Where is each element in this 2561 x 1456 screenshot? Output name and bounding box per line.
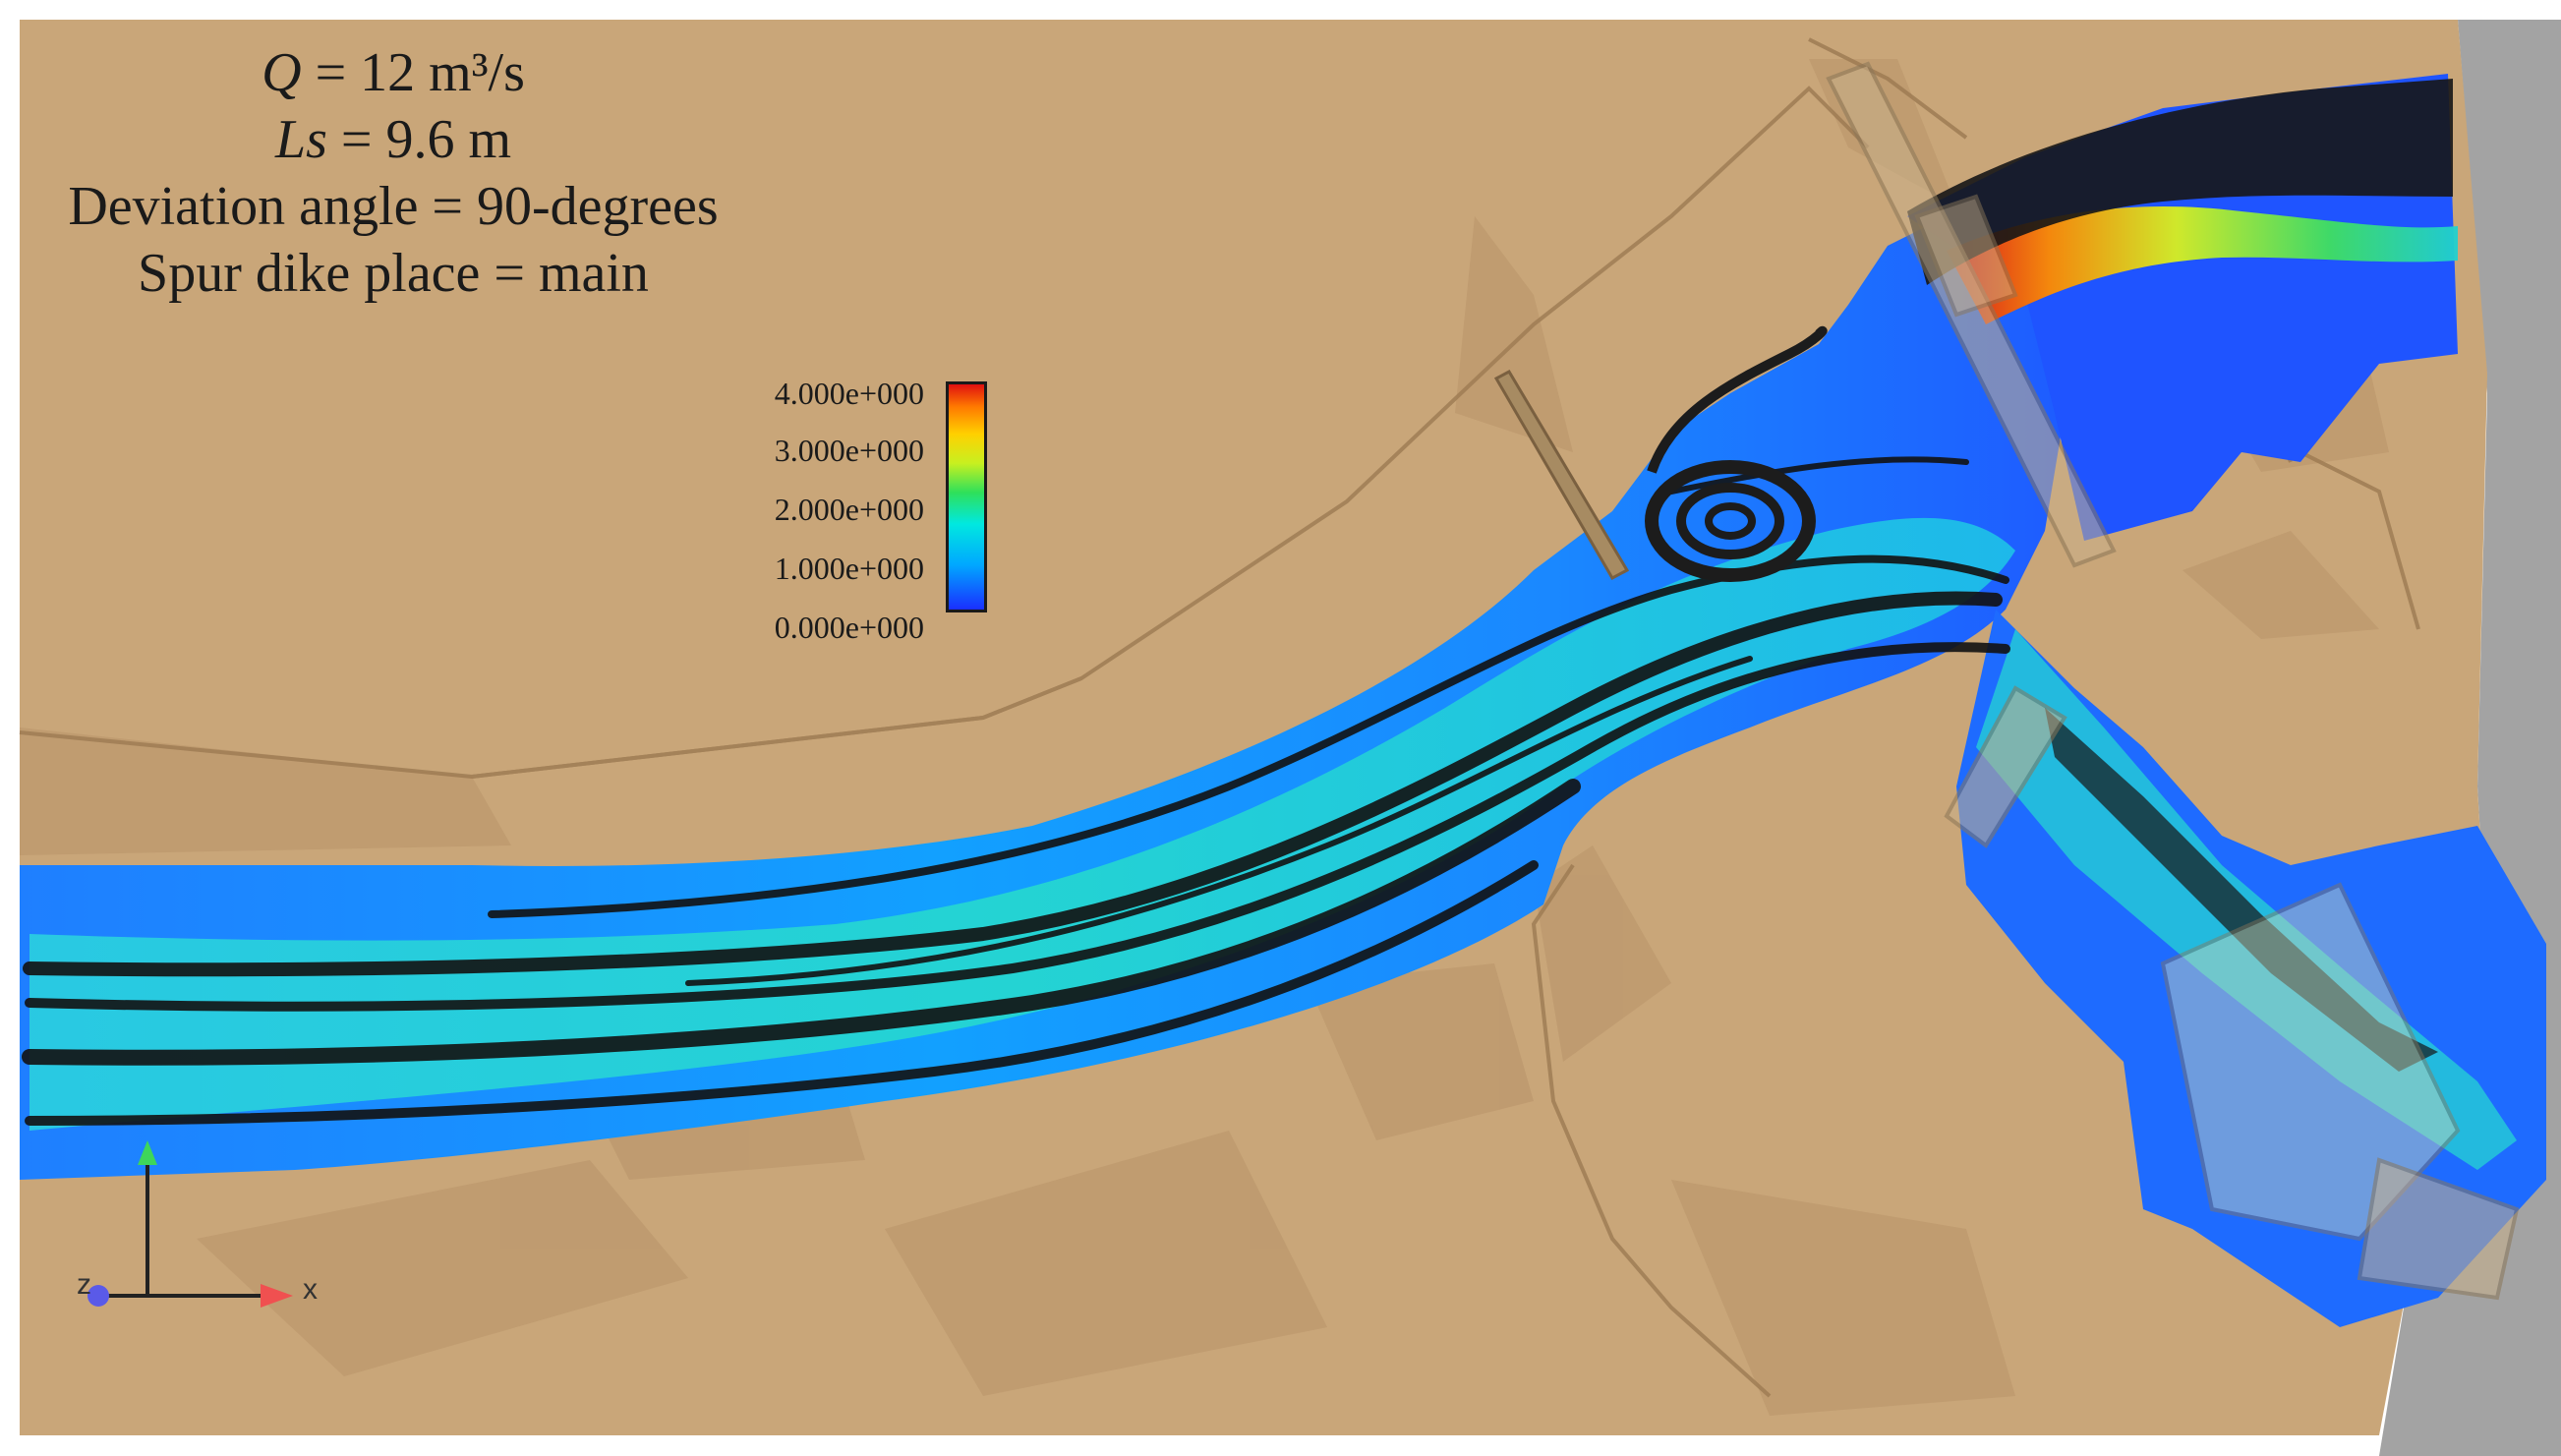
spacing-symbol: Ls xyxy=(274,109,327,170)
discharge-line: Q = 12 m³/s xyxy=(20,39,767,106)
legend-tick-4: 4.000e+000 xyxy=(774,376,924,411)
legend-tick-1: 1.000e+000 xyxy=(774,551,924,586)
spacing-value: = 9.6 m xyxy=(326,109,512,170)
legend-tick-2: 2.000e+000 xyxy=(774,492,924,527)
legend-tick-0: 0.000e+000 xyxy=(774,610,924,645)
deviation-angle-line: Deviation angle = 90-degrees xyxy=(68,176,719,237)
velocity-color-legend: 4.000e+000 3.000e+000 2.000e+000 1.000e+… xyxy=(728,364,1003,645)
legend-tick-3: 3.000e+000 xyxy=(774,433,924,468)
discharge-symbol: Q xyxy=(262,42,302,103)
spur-dike-place-line: Spur dike place = main xyxy=(138,243,649,304)
discharge-value: = 12 m³/s xyxy=(301,42,525,103)
simulation-parameters: Q = 12 m³/s Ls = 9.6 m Deviation angle =… xyxy=(20,39,767,307)
legend-color-bar xyxy=(946,381,987,612)
z-axis-label: z xyxy=(77,1268,91,1301)
spacing-line: Ls = 9.6 m xyxy=(20,106,767,173)
x-axis-label: x xyxy=(303,1273,318,1306)
